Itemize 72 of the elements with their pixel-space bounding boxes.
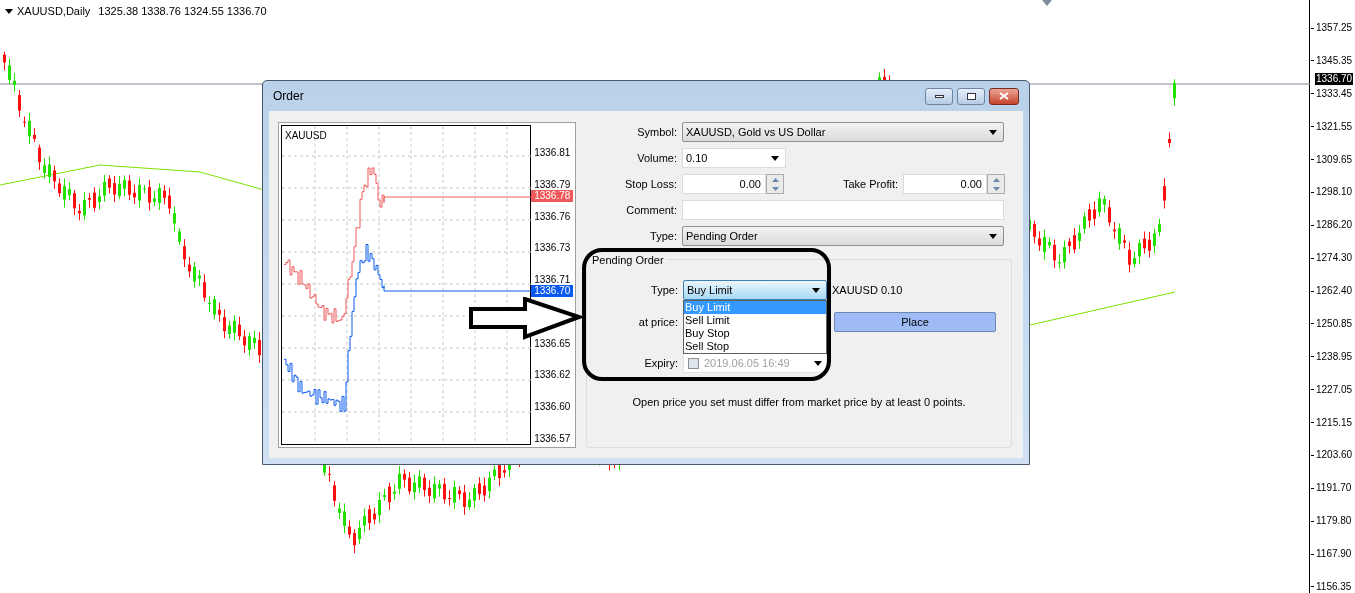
- price-label: 1238.95: [1316, 350, 1353, 363]
- field-label: Expiry:: [643, 355, 678, 371]
- price-label: 1336.62: [534, 369, 571, 382]
- price-label: 1191.70: [1316, 482, 1352, 495]
- price-label: 1262.40: [1316, 285, 1353, 297]
- price-label: 1309.65: [1316, 153, 1353, 166]
- price-label: 1203.60: [1316, 449, 1353, 462]
- field-label: at price:: [637, 314, 678, 330]
- maximize-button[interactable]: [957, 87, 985, 105]
- price-label: 1336.57: [534, 432, 571, 445]
- field-label: Type:: [649, 228, 677, 244]
- dropdown-option[interactable]: Sell Limit: [684, 314, 826, 327]
- order-type-select[interactable]: Pending Order: [682, 226, 1004, 246]
- dropdown-option[interactable]: Buy Stop: [684, 327, 826, 340]
- price-label: 1274.30: [1316, 252, 1353, 265]
- price-label: 1336.81: [534, 147, 571, 159]
- price-label: 1336.76: [534, 210, 571, 223]
- ohlc-values: 1325.38 1338.76 1324.55 1336.70: [98, 4, 267, 19]
- price-label: 1215.15: [1316, 416, 1353, 429]
- order-summary: XAUUSD 0.10: [832, 282, 903, 298]
- number-field[interactable]: 0.00: [682, 174, 766, 194]
- price-label: 1336.71: [534, 274, 571, 286]
- caret-icon: [812, 287, 820, 293]
- close-icon: [999, 92, 1009, 100]
- checkbox[interactable]: [688, 357, 699, 369]
- chart-symbol: XAUUSD: [285, 129, 327, 143]
- current-price-tag: 1336.70: [1315, 73, 1354, 85]
- bid-price-tag: 1336.70: [531, 285, 574, 297]
- price-label: 1156.35: [1316, 580, 1352, 593]
- window-title: Order: [273, 88, 304, 105]
- caret-icon: [989, 129, 997, 135]
- price-label: 1357.25: [1316, 22, 1353, 34]
- price-label: 1286.20: [1316, 219, 1353, 232]
- chart-symbol: XAUUSD,Daily: [17, 4, 91, 19]
- spinner-buttons[interactable]: [766, 174, 784, 194]
- spinner-buttons[interactable]: [987, 174, 1005, 194]
- field-label: Volume:: [636, 150, 677, 166]
- price-label: 1321.55: [1316, 120, 1353, 133]
- price-label: 1298.10: [1316, 186, 1353, 199]
- price-label: 1333.45: [1316, 87, 1353, 100]
- maximize-icon: [966, 92, 976, 100]
- place-button[interactable]: Place: [834, 312, 996, 332]
- dropdown-triangle-icon[interactable]: [5, 8, 13, 14]
- price-label: 1336.60: [534, 401, 571, 414]
- field-label: Comment:: [625, 202, 677, 218]
- price-label: 1336.79: [534, 178, 571, 191]
- price-label: 1345.35: [1316, 54, 1353, 67]
- dropdown-option[interactable]: Sell Stop: [684, 340, 826, 353]
- field-label: Type:: [650, 282, 678, 298]
- comment-field[interactable]: [682, 200, 1004, 220]
- field-label: Take Profit:: [841, 176, 898, 192]
- minimize-button[interactable]: [925, 87, 953, 105]
- ask-price-tag: 1336.78: [531, 190, 574, 202]
- pending-type-select[interactable]: Buy Limit: [683, 280, 827, 300]
- symbol-select[interactable]: XAUUSD, Gold vs US Dollar: [682, 122, 1004, 142]
- volume-select[interactable]: 0.10: [682, 148, 786, 168]
- price-label: 1167.90: [1316, 548, 1352, 560]
- caret-icon: [989, 233, 997, 239]
- chart-shift-icon[interactable]: [1042, 0, 1052, 6]
- field-label: Stop Loss:: [624, 176, 677, 192]
- price-label: 1227.05: [1316, 383, 1353, 396]
- hint-text: Open price you set must differ from market price by at least 0 points.: [631, 395, 967, 410]
- field-label: Symbol:: [636, 124, 677, 140]
- price-label: 1179.80: [1316, 515, 1352, 528]
- price-label: 1250.85: [1316, 317, 1353, 330]
- number-field[interactable]: 0.00: [903, 174, 987, 194]
- caret-icon: [814, 360, 822, 366]
- close-button[interactable]: [989, 87, 1019, 105]
- price-label: 1336.65: [534, 337, 571, 350]
- minimize-icon: [934, 94, 944, 98]
- caret-icon: [771, 155, 779, 161]
- price-label: 1336.73: [534, 242, 571, 255]
